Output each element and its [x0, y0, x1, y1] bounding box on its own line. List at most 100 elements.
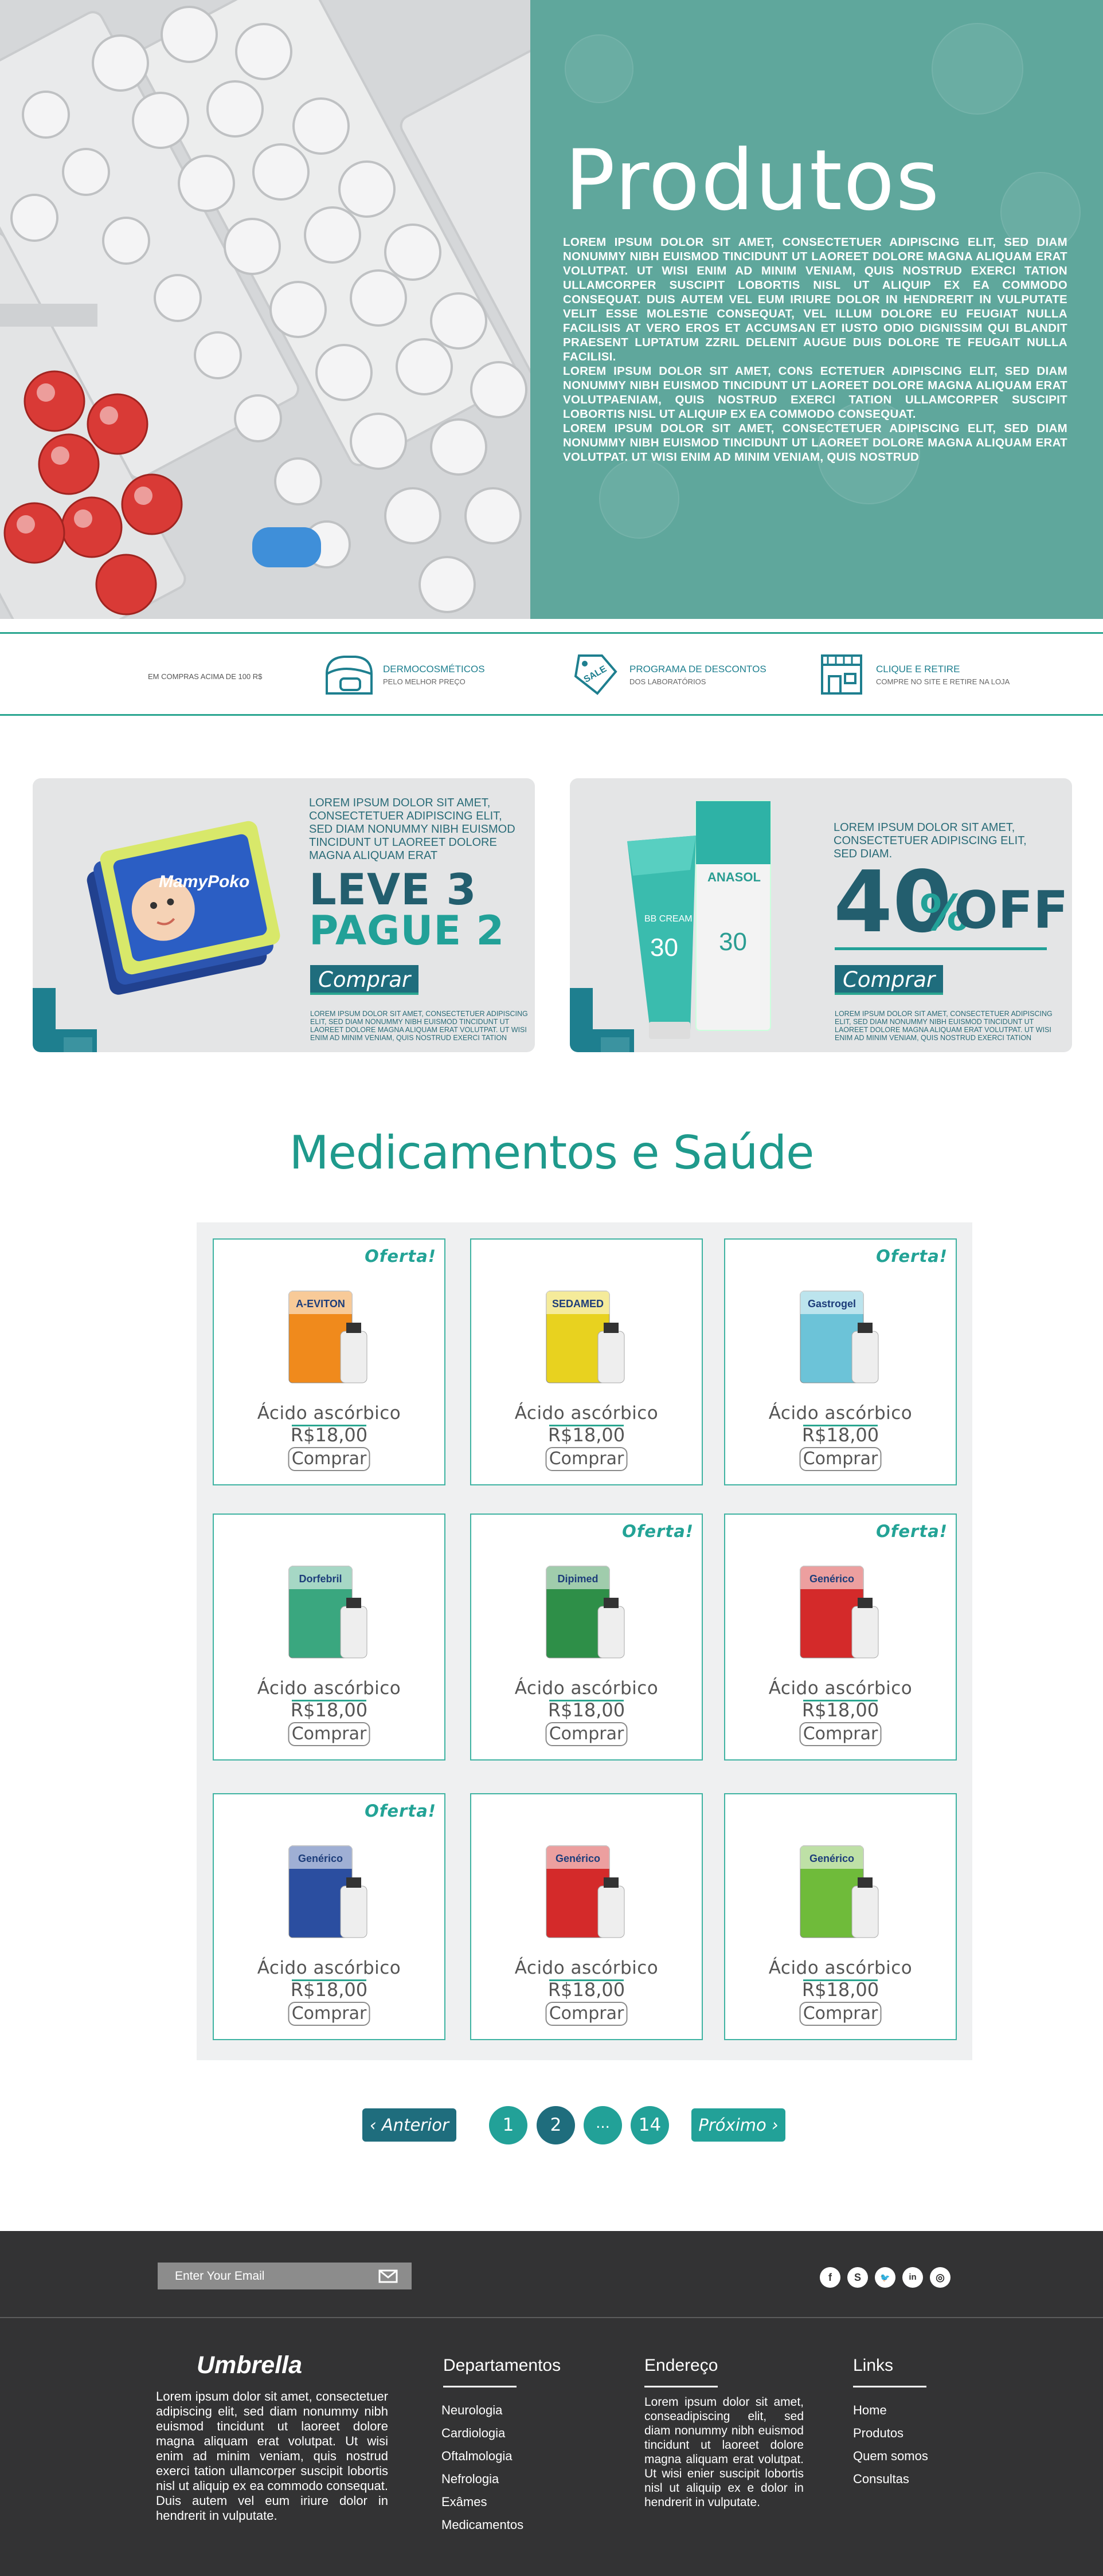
- footer-link-nefrologia[interactable]: Nefrologia: [441, 2472, 499, 2487]
- sale-tag-icon: SALE: [568, 651, 623, 698]
- svg-text:MamyPoko: MamyPoko: [159, 872, 249, 891]
- product-card[interactable]: Oferta! Genérico Ácido ascórbico R$18,00 Com…: [213, 1793, 445, 2040]
- feature-descontos[interactable]: SALE Programa de descontos dos laboratór…: [568, 651, 766, 698]
- instagram-icon[interactable]: ◎: [930, 2267, 951, 2288]
- promo-banner-40off[interactable]: ANASOL BB CREAM 30 30 Lorem ipsum dolor …: [570, 778, 1072, 1052]
- product-image: Dipimed: [546, 1566, 625, 1658]
- footer-divider: [853, 2386, 926, 2387]
- product-price: R$18,00: [547, 1979, 625, 2001]
- pagination-ellipsis[interactable]: ...: [584, 2106, 622, 2144]
- product-card[interactable]: Dorfebril Ácido ascórbico R$18,00 Comprar: [213, 1514, 445, 1761]
- promo-banner-leve3[interactable]: MamyPoko Lorem ipsum dolor sit amet, con…: [33, 778, 535, 1052]
- product-card[interactable]: Genérico Ácido ascórbico R$18,00 Comprar: [724, 1793, 957, 2040]
- pagination-page-2[interactable]: 2: [537, 2106, 575, 2144]
- price-underline: [549, 1700, 624, 1701]
- twitter-icon[interactable]: 🐦: [875, 2267, 895, 2288]
- price-underline: [292, 1425, 366, 1426]
- promo-buy-button[interactable]: Comprar: [310, 965, 419, 995]
- decorative-bubble: [599, 458, 679, 539]
- buy-button[interactable]: Comprar: [799, 2002, 882, 2026]
- product-price: R$18,00: [290, 1699, 368, 1721]
- footer-link-produtos[interactable]: Produtos: [853, 2426, 903, 2441]
- price-underline: [549, 1425, 624, 1426]
- promo-fine-print: Lorem ipsum dolor sit amet, consectetuer…: [310, 1010, 528, 1042]
- product-card[interactable]: Oferta! Gastrogel Ácido ascórbico R$18,00 Co…: [724, 1238, 957, 1485]
- promo-description: Lorem ipsum dolor sit amet, consectetuer…: [309, 797, 515, 862]
- offer-badge: Oferta!: [365, 1246, 436, 1266]
- store-icon: [814, 651, 869, 698]
- facebook-icon[interactable]: f: [820, 2267, 840, 2288]
- envelope-icon[interactable]: [378, 2269, 398, 2283]
- price-underline: [292, 1979, 366, 1981]
- product-price: R$18,00: [801, 1699, 879, 1721]
- chevron-left-icon: ‹: [370, 2115, 377, 2135]
- pagination-next-label: Próximo: [698, 2115, 766, 2135]
- product-card[interactable]: Oferta! Genérico Ácido ascórbico R$18,00 Com…: [724, 1514, 957, 1761]
- features-bar: Em compras acima de 100 R$ Dermocosmétic…: [0, 632, 1103, 716]
- feature-dermocosmeticos[interactable]: Dermocosméticos Pelo melhor preço: [321, 651, 485, 698]
- buy-button[interactable]: Comprar: [799, 1722, 882, 1746]
- svg-text:SALE: SALE: [582, 664, 609, 685]
- svg-text:BB CREAM: BB CREAM: [644, 914, 693, 924]
- shipping-note: Em compras acima de 100 R$: [148, 672, 263, 681]
- footer-link-exames[interactable]: Exâmes: [441, 2495, 487, 2510]
- buy-button[interactable]: Comprar: [545, 1722, 628, 1746]
- product-card[interactable]: Oferta! A-EVITON Ácido ascórbico R$18,00 Com…: [213, 1238, 445, 1485]
- footer-address-text: Lorem ipsum dolor sit amet, conseadipisc…: [644, 2395, 804, 2509]
- page-title: Produtos: [565, 132, 941, 229]
- product-card[interactable]: Oferta! Dipimed Ácido ascórbico R$18,00 Comp…: [470, 1514, 703, 1761]
- price-underline: [803, 1979, 878, 1981]
- newsletter-email-input[interactable]: Enter Your Email: [158, 2263, 412, 2289]
- product-image: Genérico: [800, 1566, 879, 1658]
- buy-button[interactable]: Comprar: [545, 1447, 628, 1471]
- product-name: Ácido ascórbico: [514, 1958, 659, 1978]
- product-price: R$18,00: [801, 1979, 879, 2001]
- feature-title: Clique e retire: [876, 663, 960, 675]
- bb-cream-product-image: ANASOL BB CREAM 30 30: [627, 801, 771, 1039]
- footer-link-home[interactable]: Home: [853, 2403, 887, 2418]
- price-underline: [803, 1700, 878, 1701]
- chevron-right-icon: ›: [771, 2115, 779, 2135]
- footer-link-cardiologia[interactable]: Cardiologia: [441, 2426, 505, 2441]
- footer-brand[interactable]: Umbrella: [197, 2351, 302, 2379]
- feature-clique-retire[interactable]: Clique e retire Compre no site e retire …: [814, 651, 1010, 698]
- promo-divider: [835, 947, 1047, 950]
- product-name: Ácido ascórbico: [768, 1678, 913, 1699]
- product-card[interactable]: Genérico Ácido ascórbico R$18,00 Comprar: [470, 1793, 703, 2040]
- feature-title: Programa de descontos: [629, 663, 766, 675]
- promo-headline-pague: PAGUE 2: [309, 907, 505, 954]
- product-name: Ácido ascórbico: [257, 1403, 401, 1424]
- footer-links-title: Links: [853, 2356, 894, 2375]
- footer-link-consultas[interactable]: Consultas: [853, 2472, 909, 2487]
- buy-button[interactable]: Comprar: [288, 1447, 370, 1471]
- price-underline: [549, 1979, 624, 1981]
- svg-text:Dipimed: Dipimed: [557, 1573, 598, 1585]
- footer-link-quem-somos[interactable]: Quem somos: [853, 2449, 928, 2464]
- product-grid: Oferta! A-EVITON Ácido ascórbico R$18,00 Com…: [197, 1222, 972, 2060]
- footer-link-oftalmologia[interactable]: Oftalmologia: [441, 2449, 513, 2464]
- product-card[interactable]: SEDAMED Ácido ascórbico R$18,00 Comprar: [470, 1238, 703, 1485]
- svg-text:Genérico: Genérico: [809, 1573, 854, 1585]
- svg-text:30: 30: [650, 934, 678, 962]
- pagination-next-button[interactable]: Próximo ›: [691, 2108, 785, 2142]
- product-name: Ácido ascórbico: [257, 1958, 401, 1978]
- pagination-page-1[interactable]: 1: [489, 2106, 527, 2144]
- hero-pills-image: [0, 0, 530, 619]
- skype-icon[interactable]: S: [847, 2267, 868, 2288]
- pagination-prev-button[interactable]: ‹ Anterior: [362, 2108, 456, 2142]
- section-title: Medicamentos e Saúde: [289, 1126, 815, 1179]
- product-image: Genérico: [288, 1845, 367, 1938]
- svg-text:ANASOL: ANASOL: [707, 870, 761, 884]
- footer-link-neurologia[interactable]: Neurologia: [441, 2403, 502, 2418]
- linkedin-icon[interactable]: in: [902, 2267, 923, 2288]
- buy-button[interactable]: Comprar: [288, 1722, 370, 1746]
- footer-link-medicamentos[interactable]: Medicamentos: [441, 2518, 523, 2532]
- product-price: R$18,00: [801, 1424, 879, 1446]
- promo-buy-button[interactable]: Comprar: [835, 965, 944, 995]
- svg-text:Genérico: Genérico: [298, 1853, 343, 1864]
- pagination-page-14[interactable]: 14: [631, 2106, 669, 2144]
- buy-button[interactable]: Comprar: [545, 2002, 628, 2026]
- pagination-prev-label: Anterior: [381, 2115, 449, 2135]
- buy-button[interactable]: Comprar: [799, 1447, 882, 1471]
- buy-button[interactable]: Comprar: [288, 2002, 370, 2026]
